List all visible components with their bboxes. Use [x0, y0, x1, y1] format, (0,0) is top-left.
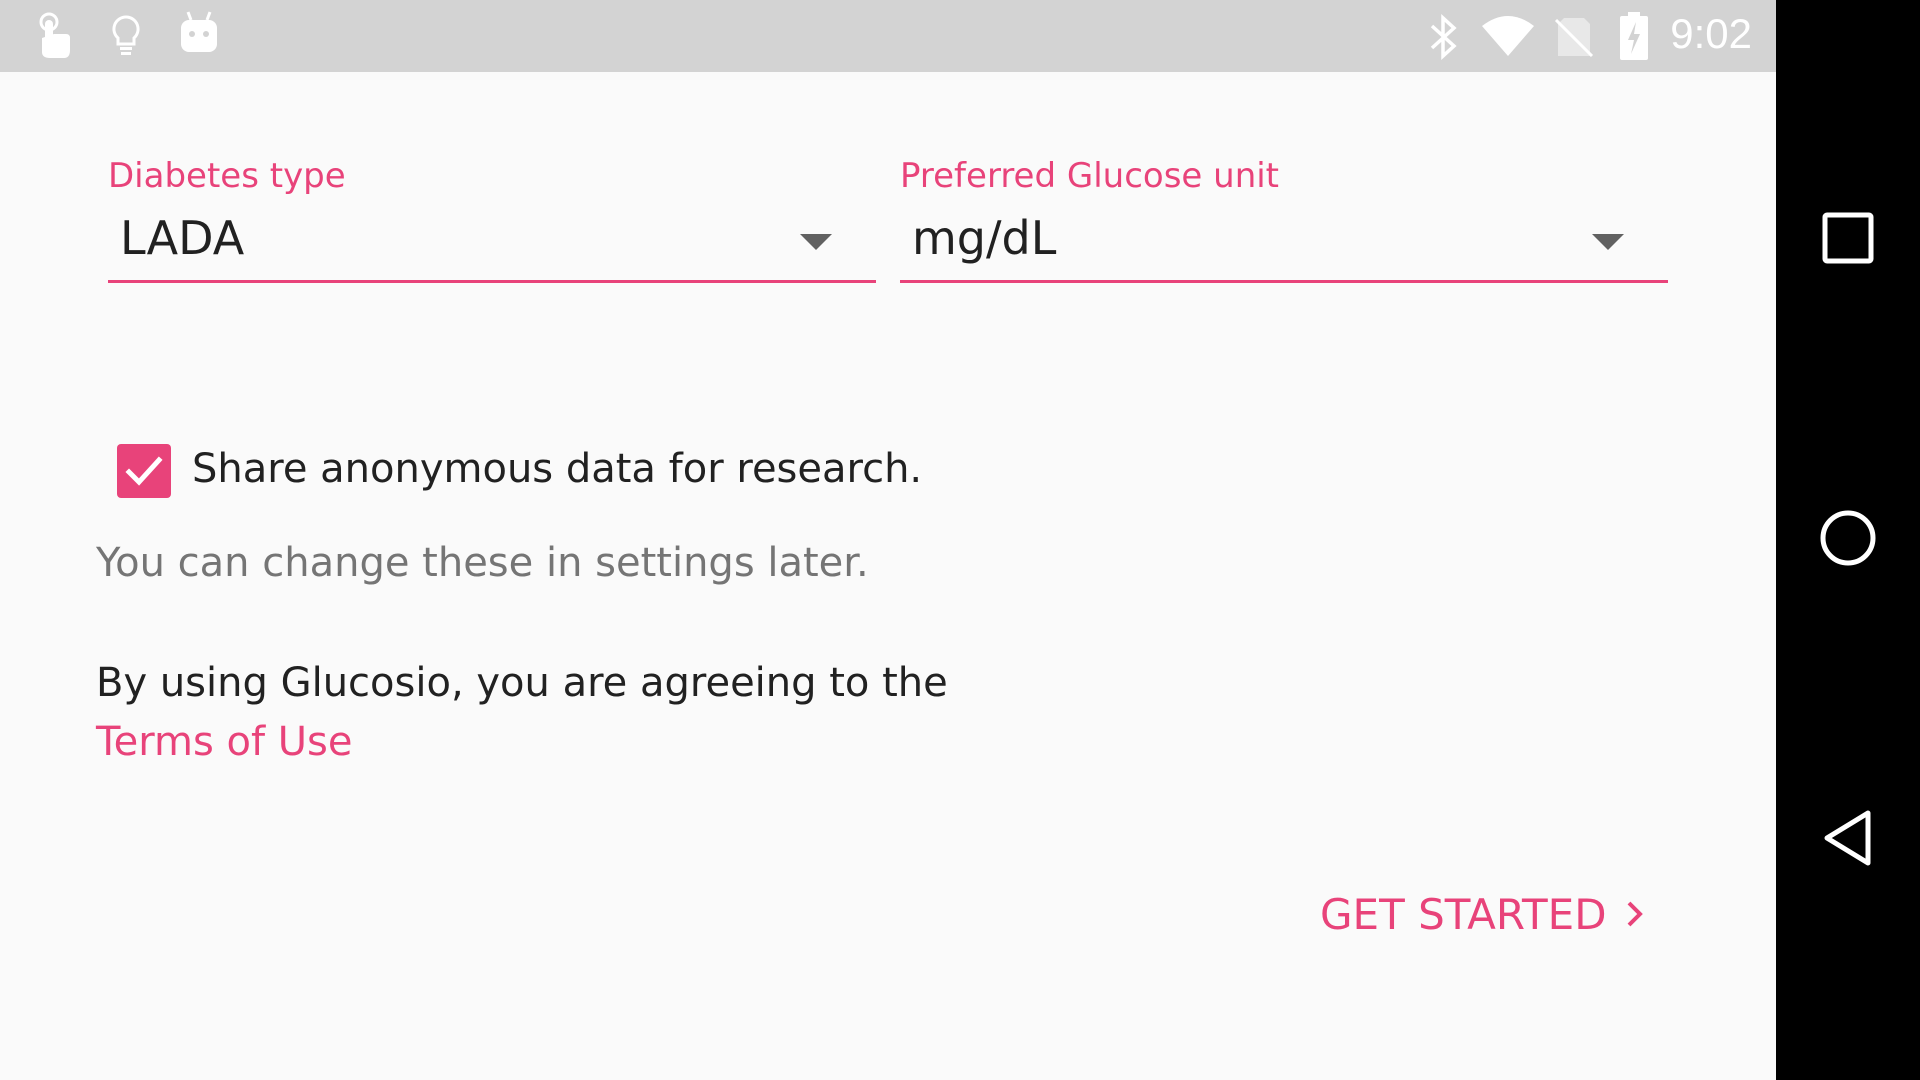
share-data-checkbox[interactable] — [117, 444, 171, 498]
status-clock: 9:02 — [1670, 10, 1752, 57]
battery-charging-icon — [1618, 12, 1650, 64]
home-button[interactable] — [1776, 468, 1920, 612]
settings-hint: You can change these in settings later. — [96, 540, 869, 586]
glucose-unit-dropdown[interactable]: Preferred Glucose unit mg/dL — [900, 156, 1668, 286]
get-started-button[interactable]: GET STARTED — [1320, 884, 1645, 944]
glucose-unit-underline — [900, 280, 1668, 283]
diabetes-type-dropdown[interactable]: Diabetes type LADA — [108, 156, 876, 286]
diabetes-type-value: LADA — [120, 211, 245, 265]
chevron-right-icon — [1607, 890, 1645, 939]
recents-button[interactable] — [1776, 168, 1920, 312]
wifi-icon — [1480, 16, 1536, 62]
dropdown-arrow-icon — [800, 234, 832, 256]
glucose-unit-label: Preferred Glucose unit — [900, 156, 1280, 196]
android-icon — [178, 10, 220, 60]
diabetes-type-label: Diabetes type — [108, 156, 346, 196]
glucose-unit-value: mg/dL — [912, 211, 1057, 265]
bluetooth-icon — [1428, 14, 1460, 64]
share-data-label[interactable]: Share anonymous data for research. — [192, 446, 922, 492]
terms-text: By using Glucosio, you are agreeing to t… — [96, 660, 948, 706]
terms-of-use-link[interactable]: Terms of Use — [96, 719, 353, 765]
status-bar: 9:02 — [0, 0, 1776, 72]
diabetes-type-underline — [108, 280, 876, 283]
no-sim-icon — [1554, 16, 1594, 62]
onboarding-form: Diabetes type LADA Preferred Glucose uni… — [0, 72, 1776, 1080]
back-icon — [1822, 809, 1874, 871]
get-started-label: GET STARTED — [1320, 889, 1607, 939]
recents-icon — [1822, 212, 1874, 268]
home-icon — [1819, 509, 1877, 571]
back-button[interactable] — [1776, 768, 1920, 912]
checkmark-icon — [117, 456, 171, 502]
dropdown-arrow-icon — [1592, 234, 1624, 256]
lightbulb-icon — [108, 14, 144, 62]
navigation-bar — [1776, 0, 1920, 1080]
touch-icon — [32, 12, 74, 64]
